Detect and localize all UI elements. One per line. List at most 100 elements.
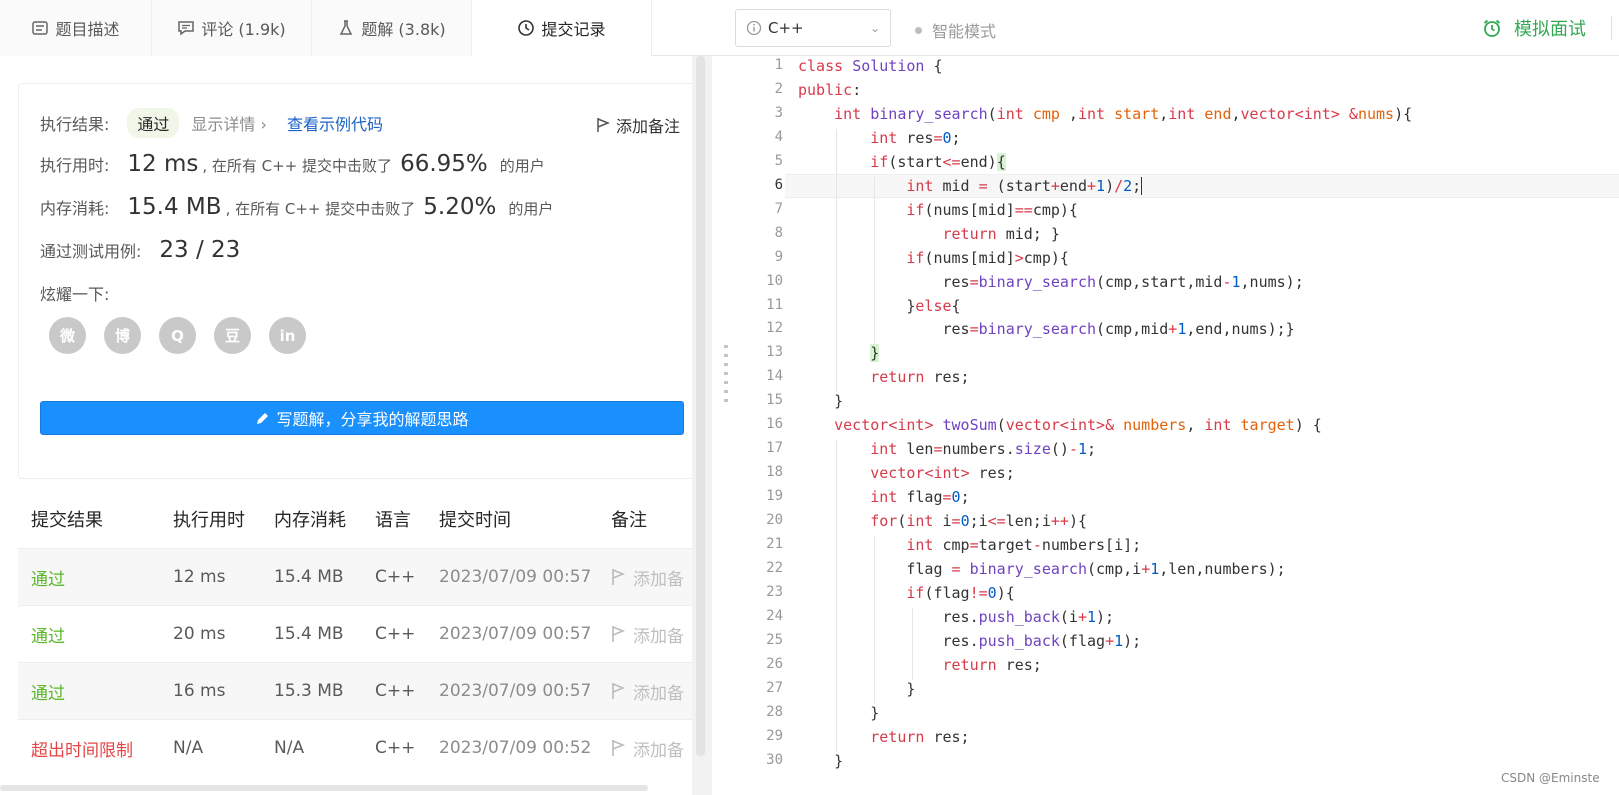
status-link[interactable]: 通过 — [31, 565, 65, 590]
code-line[interactable]: res.push_back(flag+1); — [798, 632, 1141, 650]
add-note-cell[interactable]: 添加备 — [611, 736, 684, 761]
code-line[interactable]: if(start<=end){ — [798, 152, 1006, 171]
add-note-label: 添加备 — [633, 683, 684, 704]
line-number: 3 — [774, 104, 783, 121]
code-line[interactable]: if(nums[mid]>cmp){ — [798, 249, 1069, 267]
panel-resize-handle[interactable] — [724, 345, 728, 403]
wechat-icon[interactable]: 微 — [49, 317, 86, 354]
table-row[interactable]: 通过 16 ms 15.3 MB C++ 2023/07/09 00:57 添加… — [18, 662, 707, 719]
smart-mode-label: 智能模式 — [932, 22, 997, 41]
status-link[interactable]: 通过 — [31, 622, 65, 647]
table-row[interactable]: 通过 20 ms 15.4 MB C++ 2023/07/09 00:57 添加… — [18, 605, 707, 662]
add-note-button[interactable]: 添加备注 — [596, 113, 680, 137]
status-link[interactable]: 通过 — [31, 679, 65, 704]
line-number: 13 — [766, 344, 783, 361]
show-detail-link[interactable]: 显示详情 › — [191, 111, 267, 135]
line-number: 2 — [774, 80, 783, 97]
add-note-cell[interactable]: 添加备 — [611, 622, 684, 647]
status-link[interactable]: 超出时间限制 — [31, 736, 133, 761]
line-number: 9 — [774, 248, 783, 265]
code-line[interactable]: int res=0; — [798, 129, 960, 147]
add-note-cell[interactable]: 添加备 — [611, 679, 684, 704]
divider — [1611, 16, 1612, 40]
runtime-tail: 的用户 — [499, 157, 545, 175]
tab-solutions[interactable]: 题解 (3.8k) — [312, 0, 472, 56]
comment-icon — [178, 21, 195, 36]
time-cell: 2023/07/09 00:57 — [439, 567, 592, 587]
runtime-cell: N/A — [173, 738, 204, 758]
language-cell: C++ — [375, 567, 416, 587]
code-line[interactable]: vector<int> res; — [798, 464, 1015, 482]
scrollbar-thumb[interactable] — [696, 56, 705, 756]
submissions-table: 提交结果 执行用时 内存消耗 语言 提交时间 备注 通过 12 ms 15.4 … — [18, 490, 707, 795]
header-note: 备注 — [611, 510, 647, 531]
add-note-label: 添加备 — [633, 569, 684, 590]
douban-icon[interactable]: 豆 — [214, 317, 251, 354]
code-line[interactable]: int binary_search(int cmp ,int start,int… — [798, 105, 1412, 123]
view-sample-code-link[interactable]: 查看示例代码 — [287, 111, 383, 135]
code-line[interactable]: int cmp=target-numbers[i]; — [798, 536, 1141, 554]
code-line[interactable]: if(flag!=0){ — [798, 584, 1014, 602]
add-note-label: 添加备 — [633, 740, 684, 761]
code-line[interactable]: res.push_back(i+1); — [798, 608, 1114, 626]
result-card: 执行结果: 通过 显示详情 › 查看示例代码 添加备注 执行用时: 12 ms … — [18, 83, 707, 479]
alarm-clock-icon — [1483, 19, 1501, 37]
code-line[interactable]: class Solution { — [798, 57, 943, 75]
tab-comments[interactable]: 评论 (1.9k) — [152, 0, 312, 56]
header-status: 提交结果 — [31, 510, 103, 531]
header-runtime: 执行用时 — [173, 510, 245, 531]
code-line[interactable]: return res; — [798, 368, 969, 386]
flag-icon — [597, 118, 610, 132]
tab-description[interactable]: 题目描述 — [0, 0, 152, 56]
code-line[interactable]: return mid; } — [798, 225, 1060, 243]
runtime-value: 12 ms — [127, 151, 199, 177]
table-row[interactable]: 超出时间限制 N/A N/A C++ 2023/07/09 00:52 添加备 — [18, 719, 707, 776]
code-line[interactable]: flag = binary_search(cmp,i+1,len,numbers… — [798, 560, 1285, 578]
qq-icon[interactable]: Q — [159, 317, 196, 354]
code-line[interactable]: return res; — [798, 656, 1042, 674]
code-line[interactable]: } — [798, 392, 843, 410]
code-editor[interactable]: 1 2 3 4 5 6 7 8 9 10 11 12 13 14 15 16 17 18 19 20 21 22 23 24 2… — [735, 56, 1619, 795]
tab-submissions[interactable]: 提交记录 — [472, 0, 652, 56]
code-line[interactable]: } — [798, 680, 915, 698]
flag-icon — [612, 683, 625, 699]
line-number: 29 — [766, 727, 783, 744]
code-line[interactable]: vector<int> twoSum(vector<int>& numbers,… — [798, 416, 1322, 434]
code-line[interactable]: for(int i=0;i<=len;i++){ — [798, 512, 1087, 530]
code-line[interactable]: }else{ — [798, 297, 960, 315]
toggle-dot-icon — [915, 26, 922, 34]
line-number: 19 — [766, 488, 783, 505]
weibo-icon[interactable]: 博 — [104, 317, 141, 354]
code-line[interactable]: res=binary_search(cmp,mid+1,end,nums);} — [798, 320, 1294, 338]
mock-interview-button[interactable]: 模拟面试 — [1482, 15, 1586, 41]
code-line[interactable]: int mid = (start+end+1)/2; — [798, 177, 1143, 196]
indent-guide — [874, 176, 875, 345]
line-number: 21 — [766, 536, 783, 552]
code-line[interactable]: public: — [798, 81, 861, 99]
flag-icon — [612, 740, 625, 756]
memory-row: 内存消耗: 15.4 MB , 在所有 C++ 提交中击败了 5.20% 的用户 — [40, 194, 553, 220]
mock-interview-label: 模拟面试 — [1514, 19, 1586, 40]
code-line[interactable]: int len=numbers.size()-1; — [798, 440, 1096, 458]
code-line[interactable]: if(nums[mid]==cmp){ — [798, 201, 1078, 219]
horizontal-scrollbar[interactable] — [0, 785, 648, 791]
code-line[interactable]: } — [798, 704, 879, 722]
indent-guide — [836, 128, 837, 393]
smart-mode-toggle[interactable]: 智能模式 — [915, 18, 996, 42]
linkedin-icon[interactable]: in — [269, 317, 306, 354]
submission-panel: 执行结果: 通过 显示详情 › 查看示例代码 添加备注 执行用时: 12 ms … — [0, 56, 712, 795]
code-line[interactable]: } — [798, 752, 843, 770]
watermark: CSDN @Eminste — [1501, 771, 1600, 785]
write-solution-button[interactable]: 写题解，分享我的解题思路 — [40, 401, 684, 435]
memory-percentile: 5.20% — [423, 194, 497, 220]
line-number: 27 — [766, 679, 783, 696]
code-line[interactable]: int flag=0; — [798, 488, 969, 506]
share-icons: 微 博 Q 豆 in — [49, 317, 306, 354]
chevron-right-icon: › — [260, 115, 267, 134]
vertical-scrollbar[interactable] — [692, 56, 712, 795]
code-line[interactable]: } — [798, 344, 880, 363]
table-row[interactable]: 通过 12 ms 15.4 MB C++ 2023/07/09 00:57 添加… — [18, 548, 707, 605]
add-note-cell[interactable]: 添加备 — [611, 565, 684, 590]
language-select[interactable]: C++ ⌄ — [735, 9, 891, 47]
code-line[interactable]: return res; — [798, 728, 969, 746]
